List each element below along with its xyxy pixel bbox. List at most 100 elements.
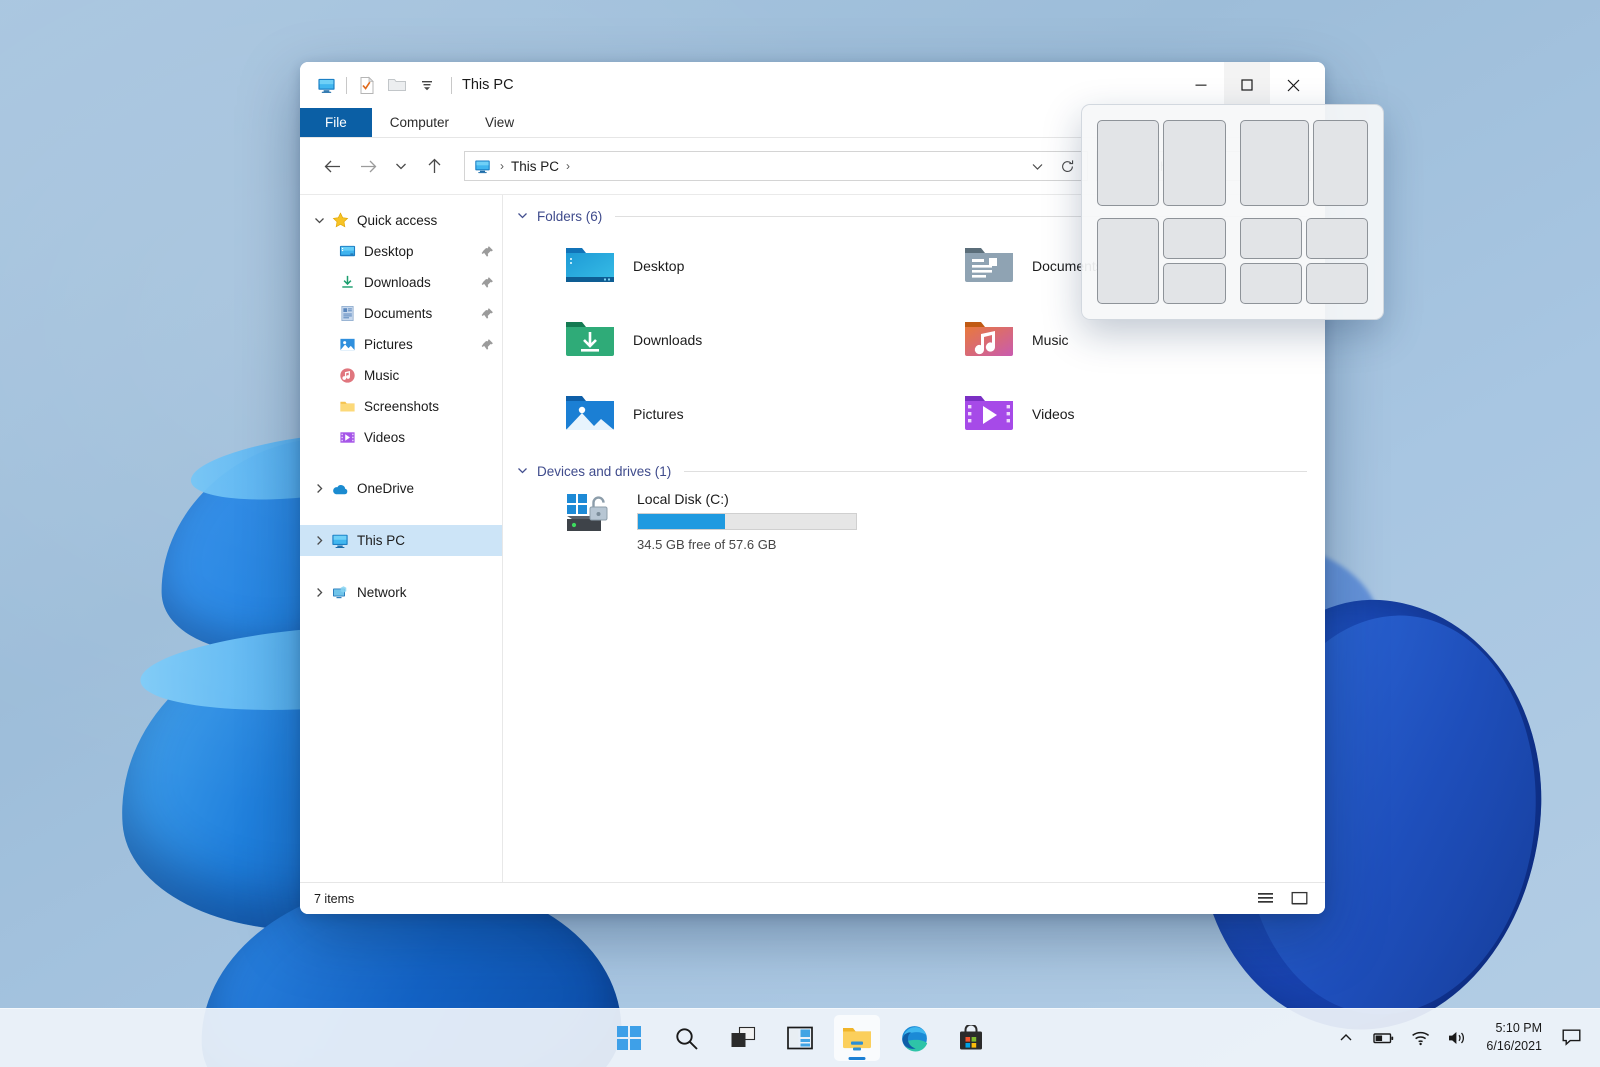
drives-group-header[interactable]: Devices and drives (1) <box>517 464 1315 479</box>
toolbar-divider <box>346 77 347 94</box>
desktop[interactable]: This PC File Computer View <box>0 0 1600 1067</box>
pin-icon[interactable] <box>481 307 494 320</box>
clock[interactable]: 5:10 PM 6/16/2021 <box>1477 1016 1551 1060</box>
quick-access-toolbar[interactable] <box>300 70 442 100</box>
tray-date: 6/16/2021 <box>1486 1038 1542 1056</box>
sidebar-item-pictures[interactable]: Pictures <box>300 329 502 360</box>
snap-zone[interactable] <box>1097 218 1159 304</box>
sidebar-item-this-pc[interactable]: This PC <box>300 525 502 556</box>
store-button[interactable] <box>948 1015 994 1061</box>
snap-zone[interactable] <box>1240 263 1302 304</box>
widgets-button[interactable] <box>777 1015 823 1061</box>
folder-tile-pictures[interactable]: Pictures <box>517 378 916 450</box>
up-button-icon[interactable] <box>416 149 452 183</box>
recent-locations-chevron-icon[interactable] <box>386 149 416 183</box>
sidebar-item-screenshots[interactable]: Screenshots <box>300 391 502 422</box>
system-tray[interactable]: 5:10 PM 6/16/2021 <box>1329 1008 1600 1067</box>
pictures-icon <box>337 335 357 355</box>
chevron-right-icon[interactable] <box>308 535 330 546</box>
pin-icon[interactable] <box>481 338 494 351</box>
drive-tile-local-disk-c[interactable]: Local Disk (C:) 34.5 GB free of 57.6 GB <box>517 489 1315 552</box>
sidebar-item-network[interactable]: Network <box>300 577 502 608</box>
folder-tile-videos[interactable]: Videos <box>916 378 1315 450</box>
notification-icon[interactable] <box>1554 1018 1588 1058</box>
chevron-down-icon[interactable] <box>1023 153 1051 179</box>
sidebar-item-videos[interactable]: Videos <box>300 422 502 453</box>
snap-zone[interactable] <box>1240 218 1302 259</box>
snap-layouts-flyout[interactable] <box>1081 104 1384 320</box>
sidebar-item-documents[interactable]: Documents <box>300 298 502 329</box>
folder-tile-downloads[interactable]: Downloads <box>517 304 916 376</box>
sidebar-item-desktop[interactable]: Desktop <box>300 236 502 267</box>
item-count-label: 7 items <box>314 892 354 906</box>
folder-tile-label: Downloads <box>633 332 702 348</box>
pin-icon[interactable] <box>481 245 494 258</box>
close-button[interactable] <box>1270 62 1316 108</box>
folder-tile-desktop[interactable]: Desktop <box>517 230 916 302</box>
new-folder-icon[interactable] <box>382 70 412 100</box>
sidebar-item-music[interactable]: Music <box>300 360 502 391</box>
tab-computer[interactable]: Computer <box>372 108 467 137</box>
navigation-pane[interactable]: Quick access Desktop Downloads <box>300 195 503 882</box>
maximize-button[interactable] <box>1224 62 1270 108</box>
address-bar[interactable]: › This PC › <box>464 151 1088 181</box>
volume-icon[interactable] <box>1440 1018 1474 1058</box>
drives-group-title: Devices and drives (1) <box>537 464 671 479</box>
breadcrumb-this-pc[interactable]: This PC <box>511 159 559 174</box>
sidebar-item-label: Documents <box>364 306 432 321</box>
properties-icon[interactable] <box>352 70 382 100</box>
refresh-icon[interactable] <box>1053 153 1081 179</box>
sidebar-item-quick-access[interactable]: Quick access <box>300 205 502 236</box>
file-explorer-button[interactable] <box>834 1015 880 1061</box>
snap-zone[interactable] <box>1163 120 1225 206</box>
taskbar-center-group[interactable] <box>606 1015 994 1061</box>
sidebar-item-downloads[interactable]: Downloads <box>300 267 502 298</box>
this-pc-icon[interactable] <box>311 70 341 100</box>
tab-view[interactable]: View <box>467 108 532 137</box>
snap-wide-left-narrow-right[interactable] <box>1240 120 1369 206</box>
wifi-icon[interactable] <box>1403 1018 1437 1058</box>
snap-zone[interactable] <box>1306 218 1368 259</box>
view-mode-buttons[interactable] <box>1253 888 1311 910</box>
chevron-down-icon[interactable] <box>517 465 528 479</box>
tab-file[interactable]: File <box>300 108 372 137</box>
window-controls[interactable] <box>1178 62 1325 108</box>
folder-tile-label: Desktop <box>633 258 684 274</box>
chevron-down-icon[interactable] <box>517 210 528 224</box>
snap-zone[interactable] <box>1163 218 1225 259</box>
snap-four-quadrants[interactable] <box>1240 218 1369 304</box>
details-view-button[interactable] <box>1253 888 1277 910</box>
snap-zone[interactable] <box>1097 120 1159 206</box>
large-icons-view-button[interactable] <box>1287 888 1311 910</box>
pin-icon[interactable] <box>481 276 494 289</box>
local-disk-icon <box>564 489 620 542</box>
sidebar-item-label: OneDrive <box>357 481 414 496</box>
task-view-button[interactable] <box>720 1015 766 1061</box>
show-hidden-icons-chevron-icon[interactable] <box>1329 1018 1363 1058</box>
snap-left-plus-two-stacked[interactable] <box>1097 218 1226 304</box>
chevron-down-icon[interactable] <box>308 215 330 226</box>
snap-two-equal-columns[interactable] <box>1097 120 1226 206</box>
snap-zone[interactable] <box>1163 263 1225 304</box>
breadcrumb-separator[interactable]: › <box>566 159 570 173</box>
forward-button-icon[interactable] <box>350 149 386 183</box>
search-button[interactable] <box>663 1015 709 1061</box>
battery-icon[interactable] <box>1366 1018 1400 1058</box>
title-bar[interactable]: This PC <box>300 62 1325 108</box>
back-button-icon[interactable] <box>314 149 350 183</box>
snap-zone[interactable] <box>1313 120 1368 206</box>
downloads-icon <box>337 273 357 293</box>
sidebar-item-label: Pictures <box>364 337 413 352</box>
start-button[interactable] <box>606 1015 652 1061</box>
customize-dropdown-icon[interactable] <box>412 70 442 100</box>
videos-icon <box>337 428 357 448</box>
chevron-right-icon[interactable] <box>308 587 330 598</box>
minimize-button[interactable] <box>1178 62 1224 108</box>
address-this-pc-icon[interactable] <box>474 158 491 175</box>
snap-zone[interactable] <box>1240 120 1309 206</box>
taskbar[interactable]: 5:10 PM 6/16/2021 <box>0 1008 1600 1067</box>
edge-button[interactable] <box>891 1015 937 1061</box>
sidebar-item-onedrive[interactable]: OneDrive <box>300 473 502 504</box>
snap-zone[interactable] <box>1306 263 1368 304</box>
chevron-right-icon[interactable] <box>308 483 330 494</box>
